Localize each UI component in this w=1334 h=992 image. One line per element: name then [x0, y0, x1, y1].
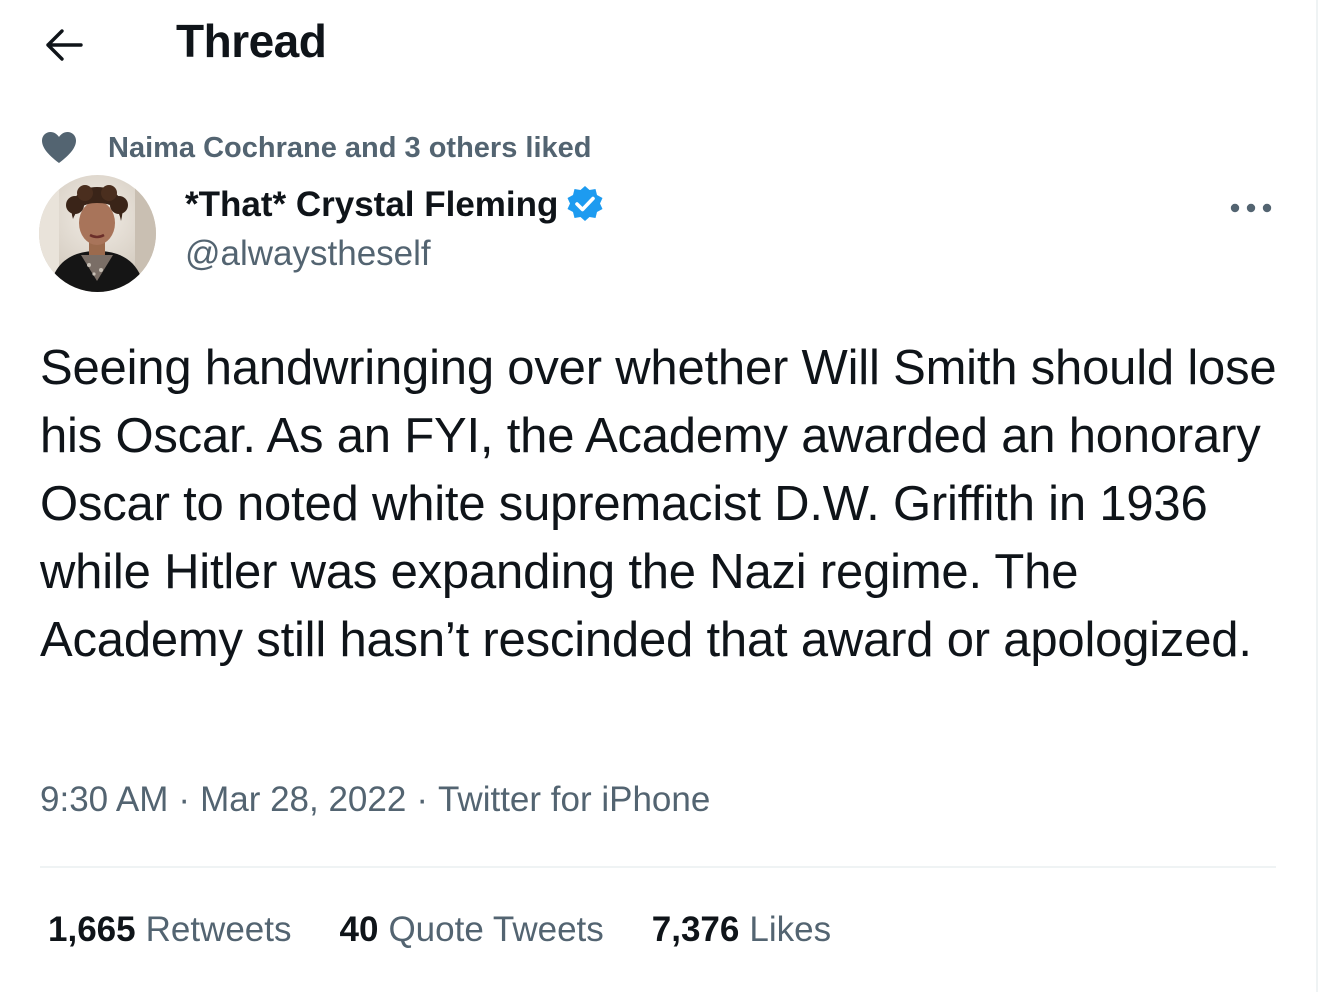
- tweet-page: Thread Naima Cochrane and 3 others liked: [0, 0, 1334, 992]
- tweet-source[interactable]: Twitter for iPhone: [438, 780, 710, 820]
- tweet-stats: 1,665 Retweets 40 Quote Tweets 7,376 Lik…: [48, 910, 879, 950]
- quote-tweets-label: Quote Tweets: [388, 910, 604, 949]
- more-icon: [1230, 203, 1272, 213]
- heart-icon: [40, 129, 78, 167]
- tweet-metadata: 9:30 AM · Mar 28, 2022 · Twitter for iPh…: [40, 780, 710, 820]
- author-name-row: *That* Crystal Fleming: [185, 184, 606, 226]
- likes-count: 7,376: [651, 910, 740, 949]
- column-border: [1316, 0, 1318, 992]
- retweets-label: Retweets: [145, 910, 292, 949]
- quote-tweets-stat[interactable]: 40 Quote Tweets: [340, 910, 604, 950]
- likes-label: Likes: [749, 910, 832, 949]
- social-context-text: Naima Cochrane and 3 others liked: [108, 131, 592, 164]
- meta-separator: ·: [178, 780, 191, 819]
- likes-stat[interactable]: 7,376 Likes: [652, 910, 831, 950]
- more-options-button[interactable]: [1220, 186, 1282, 230]
- divider: [40, 866, 1276, 868]
- verified-badge-icon: [564, 184, 606, 226]
- author-handle[interactable]: @alwaystheself: [185, 234, 431, 274]
- avatar[interactable]: [39, 175, 156, 292]
- meta-separator: ·: [416, 780, 428, 819]
- social-context[interactable]: Naima Cochrane and 3 others liked: [40, 126, 591, 170]
- tweet-time[interactable]: 9:30 AM: [40, 780, 168, 820]
- tweet-date[interactable]: Mar 28, 2022: [200, 780, 406, 820]
- header: Thread: [0, 0, 1300, 92]
- retweets-stat[interactable]: 1,665 Retweets: [48, 910, 292, 950]
- arrow-left-icon: [46, 29, 83, 61]
- quote-tweets-count: 40: [339, 910, 379, 949]
- back-button[interactable]: [36, 20, 92, 70]
- author-name[interactable]: *That* Crystal Fleming: [185, 185, 558, 225]
- page-title: Thread: [176, 15, 327, 67]
- tweet-text: Seeing handwringing over whether Will Sm…: [40, 341, 1277, 667]
- retweets-count: 1,665: [48, 910, 136, 949]
